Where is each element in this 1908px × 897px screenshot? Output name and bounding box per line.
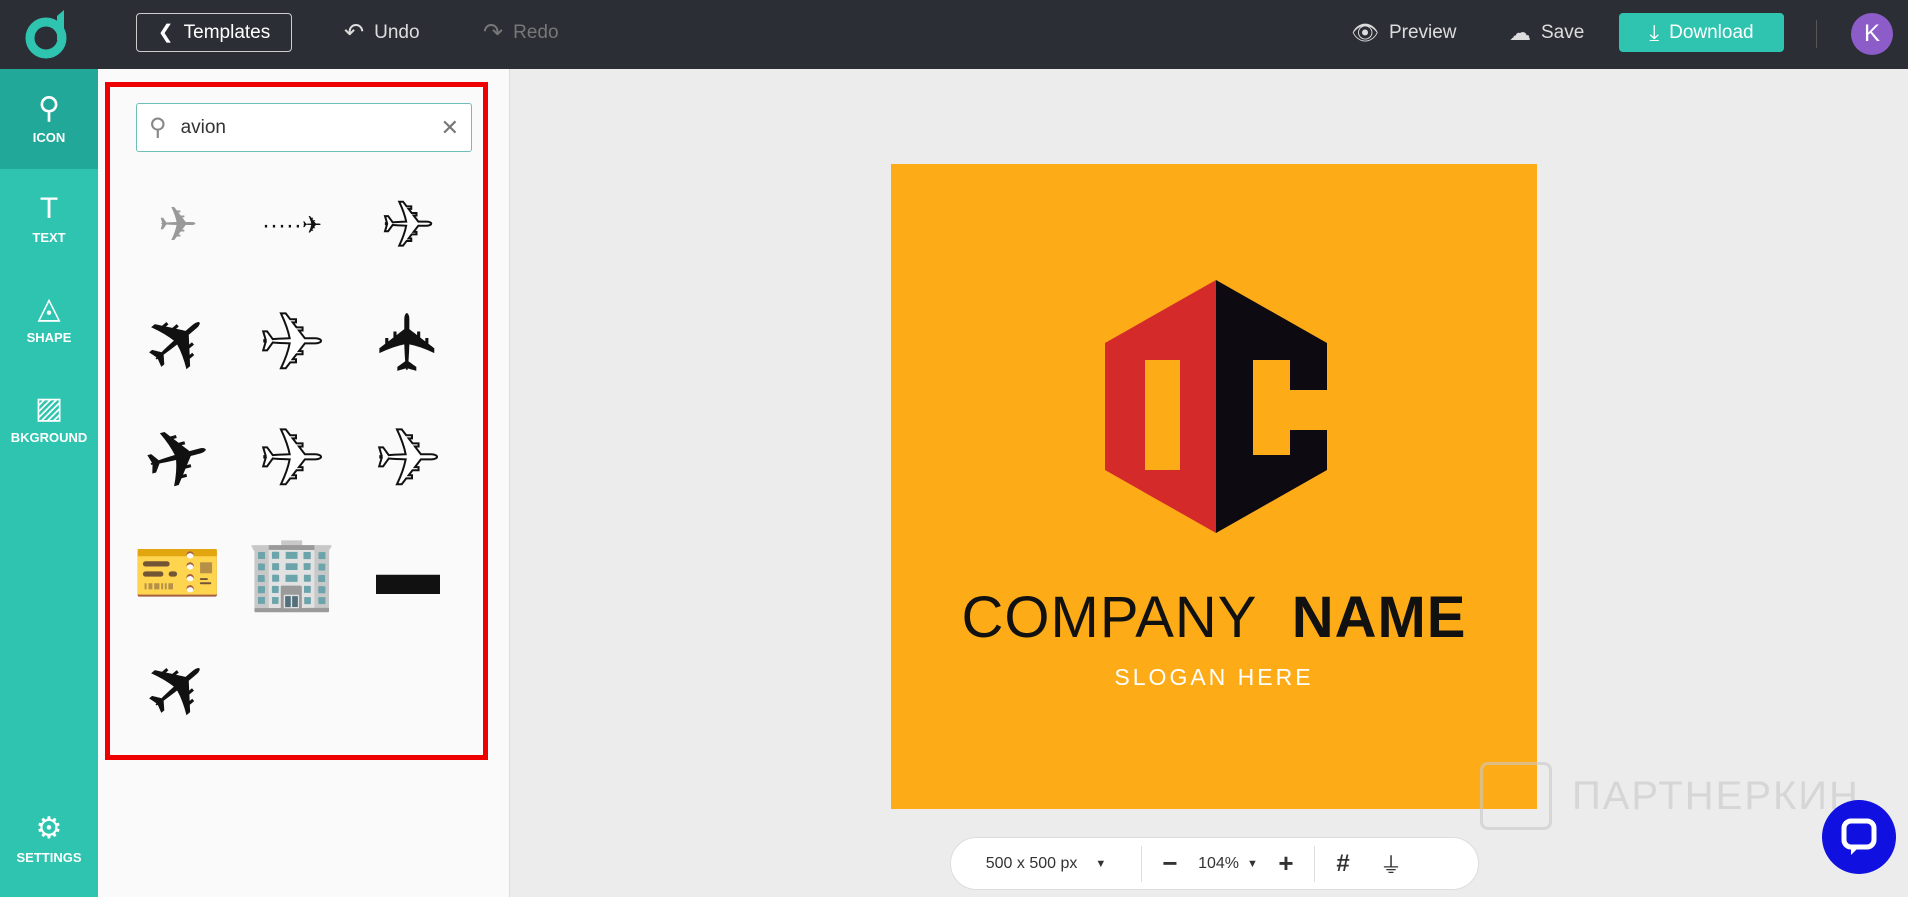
plane-outline-icon[interactable]: ✈ — [362, 179, 454, 271]
chat-icon — [1841, 818, 1877, 855]
top-bar: ❮ Templates ↶ Undo ↷ Redo 👁 Preview ☁ Save ⤓ D… — [0, 0, 1908, 69]
sidebar-item-label: BKGROUND — [10, 429, 88, 445]
jet-outline-icon[interactable]: ✈ — [362, 412, 454, 504]
eye-icon: 👁 — [1351, 19, 1379, 45]
cloud-upload-icon: ☁ — [1509, 19, 1531, 45]
sidebar-item-text[interactable]: T TEXT — [0, 169, 98, 269]
align-icon[interactable]: ⏚ — [1371, 848, 1411, 880]
redo-label: Redo — [513, 21, 559, 43]
preview-label: Preview — [1388, 21, 1457, 43]
sidebar-item-settings[interactable]: ⚙ SETTINGS — [0, 789, 98, 889]
canvas-size-select[interactable]: 500 x 500 px ▼ — [951, 855, 1141, 873]
zoom-in-button[interactable]: + — [1258, 848, 1314, 879]
biplane-icon[interactable]: ✈ — [132, 179, 224, 271]
sidebar-item-background[interactable]: ▨ BKGROUND — [0, 369, 98, 469]
airport-tower-icon[interactable]: 🏢 — [246, 526, 338, 618]
download-label: Download — [1669, 21, 1754, 43]
download-icon: ⤓ — [1649, 19, 1660, 45]
search-input[interactable] — [180, 116, 427, 139]
search-icon: ⚲ — [38, 91, 60, 125]
icon-search: ⚲ ✕ — [136, 103, 472, 152]
templates-button[interactable]: ❮ Templates — [136, 13, 292, 52]
company-name-text[interactable]: COMPANY NAME — [891, 584, 1537, 651]
preview-button[interactable]: 👁 Preview — [1351, 13, 1457, 52]
watermark-text: ПАРТНЕРКИН — [1572, 773, 1860, 818]
chat-button[interactable] — [1822, 800, 1896, 874]
undo-icon: ↶ — [344, 19, 365, 46]
logo-hexagon-mark — [1105, 280, 1327, 533]
caret-down-icon: ▼ — [1095, 857, 1107, 870]
plane-dotted-route-icon[interactable]: ·····✈ — [246, 179, 338, 271]
shape-icon: ◬ — [37, 291, 61, 325]
watermark-logo-icon — [1480, 762, 1552, 830]
name-word: NAME — [1291, 585, 1467, 650]
redo-icon: ↷ — [483, 19, 504, 46]
sidebar-item-label: ICON — [32, 129, 66, 145]
sidebar-item-shape[interactable]: ◬ SHAPE — [0, 269, 98, 369]
sidebar-item-label: TEXT — [32, 229, 66, 245]
fighter-plane-outline-icon[interactable]: ✈ — [246, 296, 338, 388]
gear-icon: ⚙ — [35, 811, 63, 845]
save-button[interactable]: ☁ Save — [1509, 13, 1584, 52]
canvas-size: 500 x 500 px — [985, 854, 1078, 872]
zoom-select[interactable]: 104% ▼ — [1198, 855, 1258, 873]
caret-down-icon: ▼ — [1247, 857, 1258, 870]
plane-solid-topdown-icon[interactable]: ✈ — [362, 296, 454, 388]
text-icon: T — [39, 191, 59, 225]
zoom-level: 104% — [1198, 854, 1240, 872]
undo-button[interactable]: ↶ Undo — [344, 13, 420, 52]
redo-button[interactable]: ↷ Redo — [483, 13, 559, 52]
grid-icon[interactable]: # — [1315, 850, 1371, 878]
templates-label: Templates — [183, 21, 271, 43]
sidebar: ⚲ ICON T TEXT ◬ SHAPE ▨ BKGROUND ⚙ SETTINGS — [0, 69, 98, 897]
watermark: ПАРТНЕРКИН — [1480, 762, 1860, 830]
chevron-left-icon: ❮ — [157, 22, 174, 43]
canvas-toolbar: 500 x 500 px ▼ − 104% ▼ + # ⏚ — [950, 837, 1479, 890]
divider — [1816, 20, 1817, 48]
app-logo[interactable] — [24, 8, 74, 60]
company-word: COMPANY — [961, 585, 1258, 650]
sidebar-item-label: SETTINGS — [16, 849, 82, 865]
save-label: Save — [1541, 21, 1585, 43]
zoom-out-button[interactable]: − — [1142, 848, 1198, 879]
sidebar-item-icon[interactable]: ⚲ ICON — [0, 69, 98, 169]
avatar[interactable]: K — [1851, 13, 1893, 55]
boarding-ticket-icon[interactable]: 🎫 — [132, 526, 224, 618]
slogan-text[interactable]: SLOGAN HERE — [891, 664, 1537, 691]
clear-icon[interactable]: ✕ — [441, 115, 459, 141]
plane-side-solid-icon[interactable]: ▬ — [362, 526, 454, 618]
undo-label: Undo — [374, 21, 420, 43]
search-icon: ⚲ — [149, 114, 167, 141]
plane-side-outline-icon[interactable]: ✈ — [246, 412, 338, 504]
design-canvas[interactable]: COMPANY NAME SLOGAN HERE — [891, 164, 1537, 809]
download-button[interactable]: ⤓ Download — [1619, 13, 1784, 52]
sidebar-item-label: SHAPE — [26, 329, 72, 345]
background-icon: ▨ — [34, 391, 64, 425]
